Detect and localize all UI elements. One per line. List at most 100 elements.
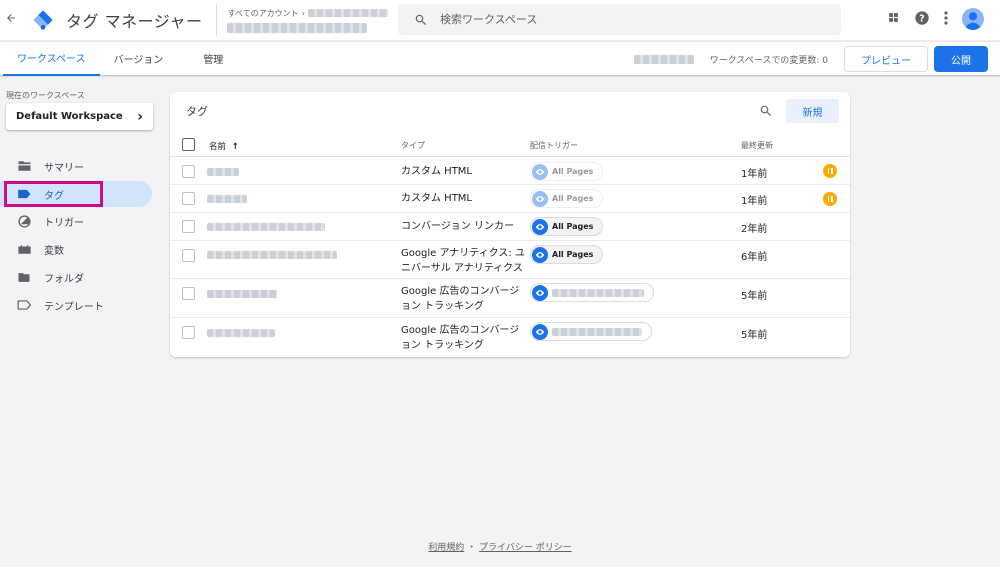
workspace-name: Default Workspace [16,111,123,122]
select-all-checkbox[interactable] [182,138,195,151]
sidebar-item-label: テンプレート [44,301,104,313]
last-updated: 1年前 [741,169,768,180]
last-updated: 6年前 [741,252,768,263]
folder-icon [16,272,32,283]
tag-type: Google アナリティクス: ユニバーサル アナリティクス [401,248,525,274]
eye-icon [532,323,548,340]
template-icon [16,300,32,310]
trigger-chip[interactable]: All Pages [530,162,604,181]
column-header-trigger[interactable]: 配信トリガー [530,140,578,151]
sidebar-item-label: 変数 [44,245,64,257]
sidebar-item-variables[interactable]: 変数 [0,236,152,262]
tag-name-redacted[interactable] [207,195,247,203]
row-checkbox[interactable] [182,249,195,262]
trigger-chip[interactable]: All Pages [530,217,604,236]
new-tag-button[interactable]: 新規 [786,99,839,123]
chevron-right-icon: › [301,8,305,18]
table-header: 名前 ↑ タイプ 配信トリガー 最終更新 [170,132,850,157]
apps-grid-icon[interactable] [887,11,900,27]
trigger-name-redacted [552,327,642,336]
arrow-back-icon[interactable] [0,12,22,28]
column-header-type[interactable]: タイプ [401,140,425,151]
trigger-name: All Pages [552,222,594,231]
tab-workspace[interactable]: ワークスペース [3,42,100,76]
more-vert-icon[interactable] [944,10,948,28]
chevron-right-icon: › [137,108,143,125]
column-header-updated[interactable]: 最終更新 [741,140,773,151]
footer-separator: ・ [467,543,477,553]
workspace-search[interactable] [398,4,841,35]
tag-name-redacted[interactable] [207,329,275,337]
search-input[interactable] [440,13,800,26]
row-checkbox[interactable] [182,165,195,178]
table-row[interactable]: Google アナリティクス: ユニバーサル アナリティクス All Pages… [170,241,850,279]
preview-button[interactable]: プレビュー [844,46,928,72]
last-updated: 1年前 [741,196,768,207]
sidebar-item-templates[interactable]: テンプレート [0,292,152,318]
table-row[interactable]: コンバージョン リンカー All Pages 2年前 [170,213,850,241]
table-row[interactable]: Google 広告のコンバージョン トラッキング 5年前 [170,318,850,357]
table-row[interactable]: Google 広告のコンバージョン トラッキング 5年前 [170,279,850,318]
trigger-name-redacted [552,288,644,297]
workspace-nav-bar: ワークスペース バージョン 管理 ワークスペースでの変更数: 0 プレビュー 公… [0,41,1000,76]
sidebar-item-label: サマリー [44,162,84,174]
tags-card-title: タグ [186,105,208,118]
tag-type: コンバージョン リンカー [401,221,514,232]
trigger-icon [16,214,32,228]
workspace-selector[interactable]: Default Workspace › [6,103,153,130]
tab-admin[interactable]: 管理 [189,42,237,76]
tag-type: カスタム HTML [401,193,473,204]
search-icon[interactable] [759,104,773,121]
table-row[interactable]: カスタム HTML All Pages 1年前 [170,158,850,185]
all-accounts-breadcrumb[interactable]: すべてのアカウント [227,8,298,19]
sidebar-item-triggers[interactable]: トリガー [0,208,152,234]
publish-button[interactable]: 公開 [934,46,988,72]
trigger-name: All Pages [552,167,594,176]
tags-card: タグ 新規 名前 ↑ タイプ 配信トリガー 最終更新 カスタム HTML All… [170,92,850,357]
trigger-chip[interactable] [530,322,652,341]
variables-icon [16,244,32,255]
tag-name-redacted[interactable] [207,223,325,231]
account-avatar-icon[interactable] [962,8,984,30]
tab-versions[interactable]: バージョン [100,42,178,76]
eye-icon [532,190,548,207]
sidebar-item-label: トリガー [44,217,84,229]
tags-highlight-box [4,181,103,207]
folder-open-icon [16,160,32,172]
svg-text:?: ? [919,13,924,24]
footer: 利用規約 ・ プライバシー ポリシー [0,540,1000,553]
row-checkbox[interactable] [182,220,195,233]
tag-name-redacted[interactable] [207,251,337,259]
eye-icon [532,163,548,180]
app-title: タグ マネージャー [66,12,203,31]
trigger-chip[interactable]: All Pages [530,245,604,264]
sidebar-item-folders[interactable]: フォルダ [0,264,152,290]
trigger-chip[interactable]: All Pages [530,189,604,208]
workspace-name-redacted [633,54,694,64]
tag-type: カスタム HTML [401,166,473,177]
row-checkbox[interactable] [182,192,195,205]
row-checkbox[interactable] [182,326,195,339]
last-updated: 5年前 [741,330,768,341]
tag-name-redacted[interactable] [207,168,239,176]
trigger-name: All Pages [552,250,594,259]
container-name-redacted [227,22,368,33]
column-header-name[interactable]: 名前 ↑ [209,140,239,152]
tag-manager-logo-icon[interactable] [32,9,54,31]
paused-icon [823,192,837,206]
tag-name-redacted[interactable] [207,290,277,298]
eye-icon [532,218,548,235]
privacy-policy-link[interactable]: プライバシー ポリシー [479,543,572,553]
account-switcher[interactable]: すべてのアカウント › [216,4,388,36]
row-checkbox[interactable] [182,287,195,300]
sidebar-item-overview[interactable]: サマリー [0,153,152,179]
current-workspace-label: 現在のワークスペース [6,91,85,100]
eye-icon [532,246,548,263]
help-icon[interactable]: ? [914,10,930,29]
paused-icon [823,164,837,178]
workspace-changes-count: ワークスペースでの変更数: 0 [709,55,828,66]
eye-icon [532,284,548,301]
table-row[interactable]: カスタム HTML All Pages 1年前 [170,185,850,213]
terms-link[interactable]: 利用規約 [428,543,464,553]
trigger-chip[interactable] [530,283,654,302]
